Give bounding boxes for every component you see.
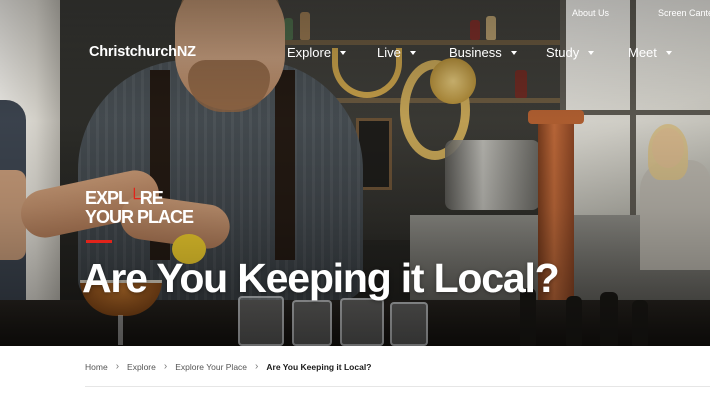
brand-text: RE xyxy=(139,188,164,208)
breadcrumb-current: Are You Keeping it Local? xyxy=(266,361,372,372)
nav-study[interactable]: Study xyxy=(546,45,595,60)
nav-label: Explore xyxy=(287,45,332,60)
utility-bar: About Us Screen Canter xyxy=(0,8,710,24)
site-logo[interactable]: ChristchurchNZ xyxy=(89,44,196,60)
nav-label: Meet xyxy=(628,45,657,60)
breadcrumb-home[interactable]: Home xyxy=(85,362,108,372)
page-title: Are You Keeping it Local? xyxy=(82,255,560,301)
about-us-link[interactable]: About Us xyxy=(572,8,609,18)
breadcrumb: Home › Explore › Explore Your Place › Ar… xyxy=(85,361,371,372)
chevron-right-icon: › xyxy=(255,361,259,372)
nav-label: Study xyxy=(546,45,580,60)
explore-your-place-logo: EXPL└RE YOUR PLACE xyxy=(85,189,194,227)
chevron-down-icon xyxy=(340,51,347,55)
breadcrumb-explore-your-place[interactable]: Explore Your Place xyxy=(175,362,247,372)
brand-text: EXPL xyxy=(85,188,129,208)
chevron-down-icon xyxy=(510,51,517,55)
nav-explore[interactable]: Explore xyxy=(287,45,347,60)
screen-canterbury-link[interactable]: Screen Canter xyxy=(658,8,710,18)
nav-meet[interactable]: Meet xyxy=(628,45,672,60)
brand-mark-icon: └ xyxy=(128,188,141,208)
nav-live[interactable]: Live xyxy=(377,45,416,60)
chevron-down-icon xyxy=(665,51,672,55)
nav-label: Live xyxy=(377,45,401,60)
nav-label: Business xyxy=(449,45,502,60)
nav-business[interactable]: Business xyxy=(449,45,517,60)
chevron-down-icon xyxy=(588,51,595,55)
divider xyxy=(85,386,710,387)
accent-rule xyxy=(86,240,112,243)
chevron-right-icon: › xyxy=(115,361,120,372)
chevron-down-icon xyxy=(409,51,416,55)
brand-line-1: EXPL└RE xyxy=(85,189,193,208)
chevron-right-icon: › xyxy=(163,361,168,372)
brand-line-2: YOUR PLACE xyxy=(85,207,194,227)
breadcrumb-explore[interactable]: Explore xyxy=(127,362,156,372)
